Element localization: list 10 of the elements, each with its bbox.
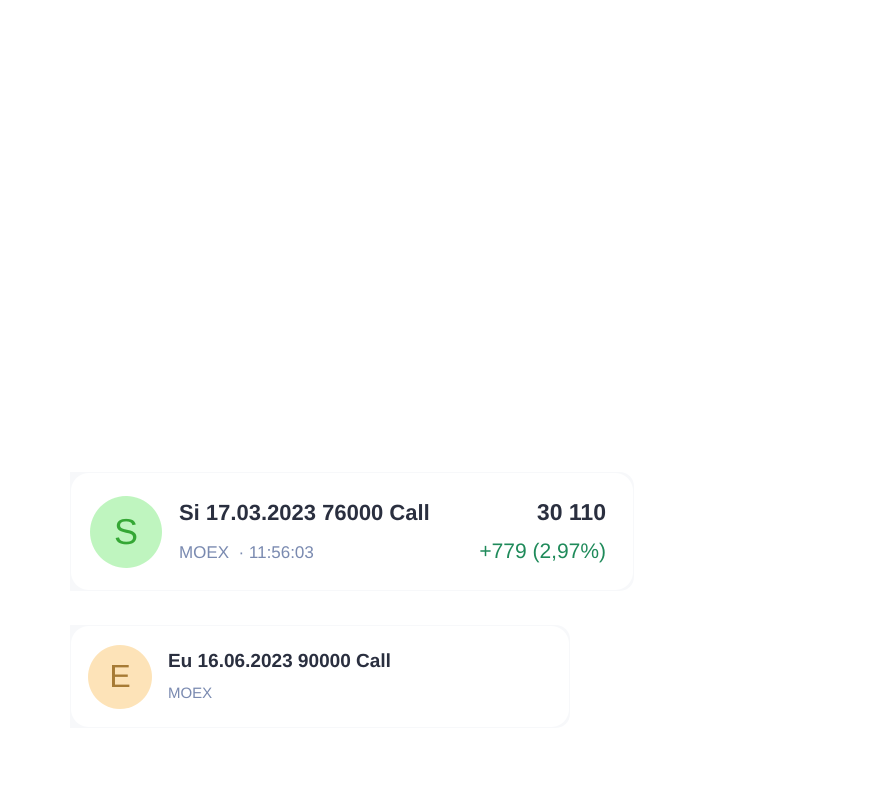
- price-change: +779 (2,97%): [479, 540, 606, 564]
- instrument-card[interactable]: E Eu 16.06.2023 90000 Call MOEX: [71, 626, 569, 727]
- instrument-price: 30 110: [536, 499, 606, 526]
- instrument-avatar: E: [88, 644, 152, 708]
- instrument-name: Si 17.03.2023 76000 Call: [179, 500, 430, 526]
- exchange-time: MOEX: [168, 685, 212, 702]
- instrument-name: Eu 16.06.2023 90000 Call: [168, 651, 391, 673]
- exchange-time: MOEX · 11:56:03: [179, 543, 314, 563]
- instrument-avatar: S: [90, 496, 162, 568]
- instrument-card[interactable]: S Si 17.03.2023 76000 Call 30 110 MOEX · 11:56:03 +779 (2,97%): [71, 473, 633, 590]
